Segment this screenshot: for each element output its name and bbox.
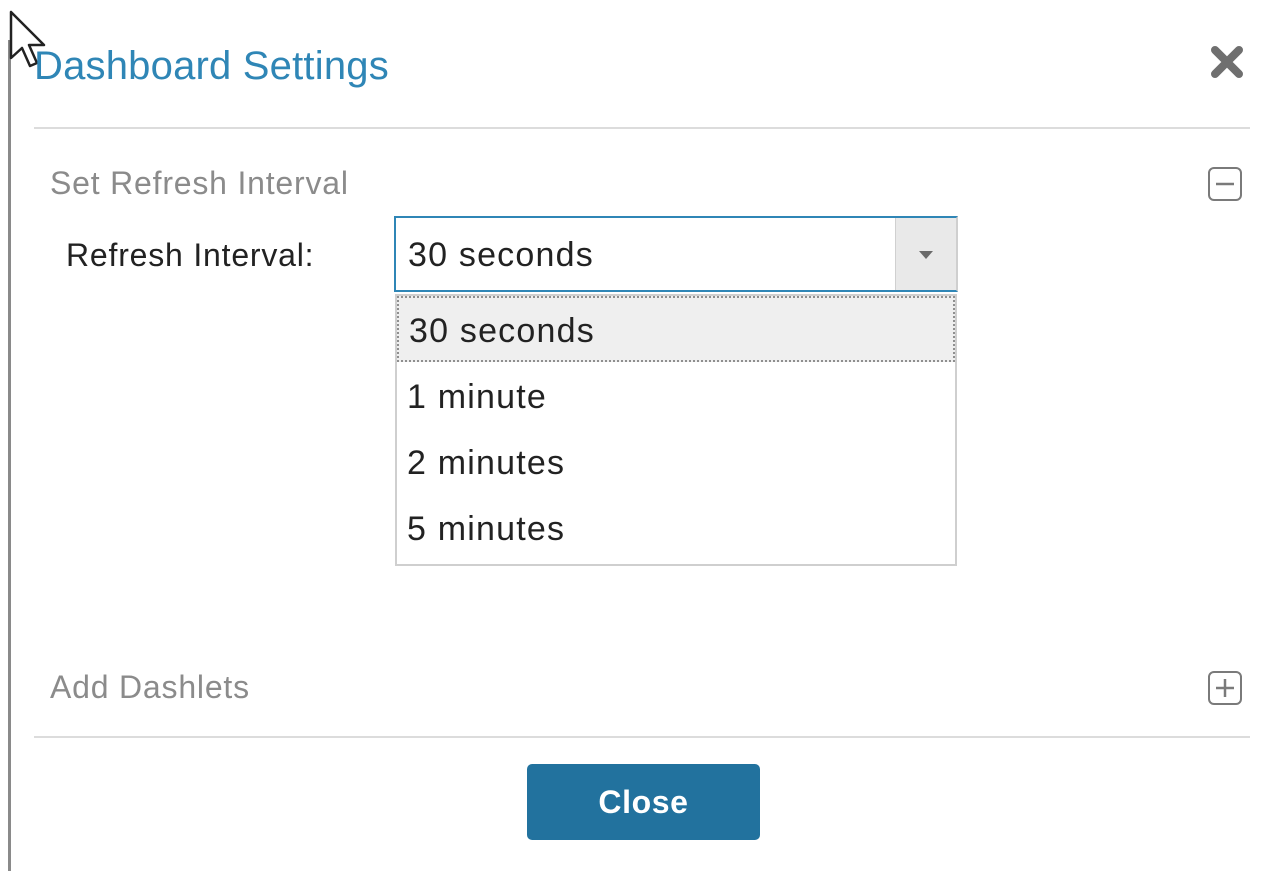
option-1-minute[interactable]: 1 minute	[397, 364, 955, 430]
dialog-title: Dashboard Settings	[34, 44, 389, 88]
close-x-icon[interactable]	[1209, 44, 1245, 80]
option-5-minutes[interactable]: 5 minutes	[397, 496, 955, 562]
refresh-interval-label: Refresh Interval:	[66, 237, 315, 273]
refresh-interval-select[interactable]: 30 seconds	[394, 216, 958, 292]
plus-box-icon[interactable]	[1207, 670, 1243, 706]
select-dropdown-button[interactable]	[895, 218, 956, 290]
option-2-minutes[interactable]: 2 minutes	[397, 430, 955, 496]
minus-box-icon[interactable]	[1207, 166, 1243, 202]
refresh-interval-options: 30 seconds 1 minute 2 minutes 5 minutes	[395, 294, 957, 566]
select-current-value: 30 seconds	[408, 236, 594, 274]
close-button[interactable]: Close	[527, 764, 760, 840]
dialog-left-border	[8, 40, 11, 871]
section-title-refresh[interactable]: Set Refresh Interval	[50, 163, 349, 203]
chevron-down-icon	[919, 251, 933, 259]
section-title-dashlets[interactable]: Add Dashlets	[50, 667, 250, 707]
option-30-seconds[interactable]: 30 seconds	[397, 296, 955, 362]
header-divider	[34, 127, 1250, 129]
footer-divider	[34, 736, 1250, 738]
